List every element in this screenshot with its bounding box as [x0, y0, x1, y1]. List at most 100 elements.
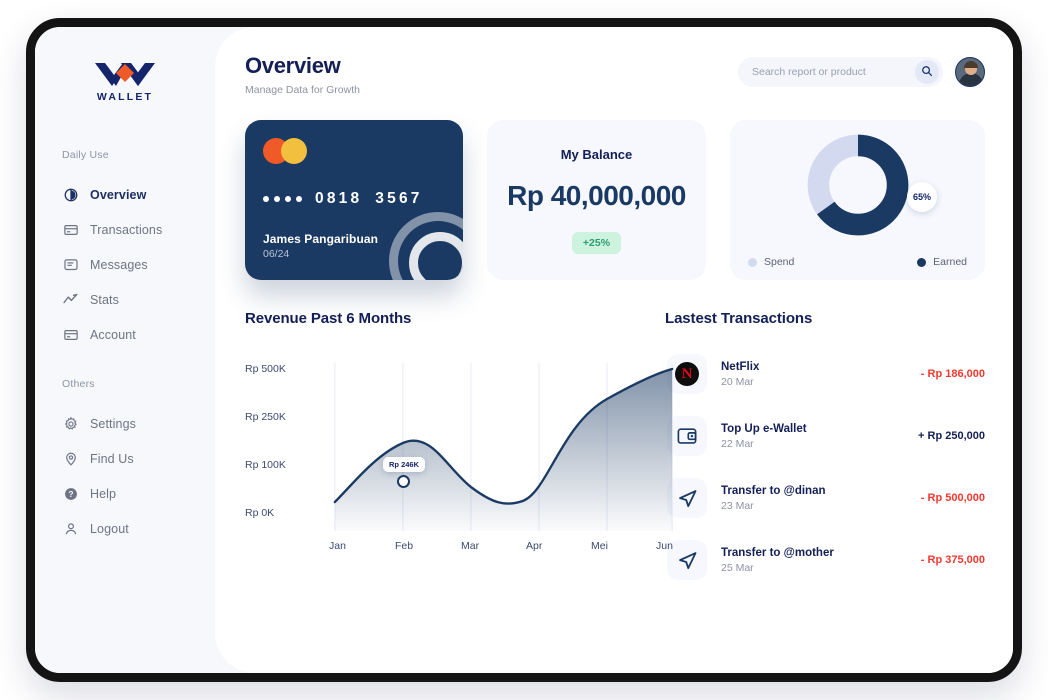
location-pin-icon — [62, 450, 79, 467]
transaction-row[interactable]: Top Up e-Wallet 22 Mar + Rp 250,000 — [665, 405, 985, 467]
brand-name: WALLET — [96, 91, 154, 103]
sidebar-item-label: Account — [90, 327, 136, 342]
sidebar-item-logout[interactable]: Logout — [35, 511, 215, 546]
search-button[interactable] — [915, 60, 939, 84]
card-digits-group-2: 3567 — [375, 190, 423, 207]
transaction-amount: - Rp 375,000 — [920, 554, 985, 566]
transaction-row[interactable]: N NetFlix 20 Mar - Rp 186,000 — [665, 343, 985, 405]
search-input[interactable] — [752, 66, 902, 78]
page-subtitle: Manage Data for Growth — [245, 84, 360, 96]
transaction-name: Transfer to @dinan — [721, 484, 826, 497]
trend-line-icon — [62, 291, 79, 308]
revenue-chart-svg — [333, 363, 674, 531]
transaction-row[interactable]: Transfer to @dinan 23 Mar - Rp 500,000 — [665, 467, 985, 529]
sidebar-item-label: Logout — [90, 521, 129, 536]
card-digits-group-1: 0818 — [315, 190, 363, 207]
tablet-frame: WALLET Daily Use Overview Transactions M… — [26, 18, 1022, 682]
revenue-chart: Rp 500K Rp 250K Rp 100K Rp 0K Rp 246K Ja… — [245, 347, 674, 552]
sidebar-item-transactions[interactable]: Transactions — [35, 212, 215, 247]
balance-title: My Balance — [560, 146, 633, 162]
transactions-title: Lastest Transactions — [665, 310, 813, 327]
mastercard-circle-right — [281, 138, 307, 164]
transaction-name: Transfer to @mother — [721, 546, 834, 559]
mastercard-icon — [263, 138, 309, 164]
sidebar-item-label: Transactions — [90, 222, 163, 237]
sidebar-item-find-us[interactable]: Find Us — [35, 441, 215, 476]
x-axis-label: Jan — [329, 540, 346, 552]
legend-item-earned: Earned — [917, 256, 967, 268]
message-icon — [62, 256, 79, 273]
donut-value-badge: 65% — [907, 182, 937, 212]
chart-tooltip: Rp 246K — [383, 457, 426, 472]
sidebar-item-label: Settings — [90, 416, 136, 431]
avatar-hair — [964, 61, 978, 68]
sidebar-item-stats[interactable]: Stats — [35, 282, 215, 317]
sidebar-item-label: Help — [90, 486, 117, 501]
bottom-row: Revenue Past 6 Months Rp 500K Rp 250K Rp… — [245, 310, 985, 591]
header-actions — [738, 53, 985, 87]
sidebar-item-account[interactable]: Account — [35, 317, 215, 352]
balance-delta-badge: +25% — [571, 231, 622, 254]
sidebar-item-label: Overview — [90, 187, 147, 202]
x-axis-label: Feb — [395, 540, 414, 552]
y-axis-label: Rp 0K — [245, 507, 275, 519]
sidebar-item-messages[interactable]: Messages — [35, 247, 215, 282]
sidebar-item-overview[interactable]: Overview — [35, 177, 215, 212]
balance-amount: Rp 40,000,000 — [507, 179, 686, 211]
nav-group-label: Others — [62, 378, 95, 390]
revenue-chart-section: Revenue Past 6 Months Rp 500K Rp 250K Rp… — [245, 310, 674, 591]
pie-chart-icon — [62, 186, 79, 203]
summary-cards-row: 0818 3567 James Pangaribuan 06/24 My Bal… — [245, 120, 985, 280]
card-icon — [62, 326, 79, 343]
transaction-date: 20 Mar — [721, 375, 754, 388]
wallet-w-logo-icon — [93, 59, 157, 89]
transaction-date: 23 Mar — [721, 499, 754, 512]
avatar[interactable] — [955, 57, 985, 87]
legend-item-spend: Spend — [748, 256, 794, 268]
donut-legend: Spend Earned — [748, 256, 967, 268]
legend-dot-spend — [748, 257, 757, 267]
send-icon — [667, 540, 707, 580]
transaction-date: 22 Mar — [721, 437, 754, 450]
y-axis-label: Rp 500K — [245, 363, 286, 375]
brand-logo[interactable]: WALLET — [35, 59, 215, 103]
transaction-meta: Top Up e-Wallet 22 Mar — [721, 423, 904, 450]
y-axis-label: Rp 100K — [245, 459, 286, 471]
revenue-chart-title: Revenue Past 6 Months — [245, 310, 412, 327]
app-root: WALLET Daily Use Overview Transactions M… — [35, 27, 1013, 673]
card-masked-digits — [263, 196, 302, 202]
card-icon — [62, 221, 79, 238]
transactions-list: N NetFlix 20 Mar - Rp 186,000 Top Up e-W… — [665, 343, 985, 591]
x-axis-label: Mei — [591, 540, 608, 552]
page-title: Overview — [245, 53, 341, 78]
search-box[interactable] — [738, 57, 943, 87]
credit-card[interactable]: 0818 3567 James Pangaribuan 06/24 — [245, 120, 463, 280]
y-axis-label: Rp 250K — [245, 411, 286, 423]
nav-group-label: Daily Use — [62, 149, 109, 161]
transactions-section: Lastest Transactions N NetFlix 20 Mar - … — [665, 310, 985, 591]
x-axis-label: Apr — [526, 540, 543, 552]
transaction-name: NetFlix — [721, 360, 760, 373]
sidebar: WALLET Daily Use Overview Transactions M… — [35, 27, 215, 673]
netflix-logo: N — [675, 362, 699, 386]
x-axis-label: Mar — [461, 540, 480, 552]
transaction-row[interactable]: Transfer to @mother 25 Mar - Rp 375,000 — [665, 529, 985, 591]
sidebar-item-label: Stats — [90, 292, 119, 307]
nav-group-others: Others Settings Find Us ? Help Logout — [35, 378, 215, 546]
page-title-block: Overview Manage Data for Growth — [245, 53, 360, 96]
balance-card: My Balance Rp 40,000,000 +25% — [487, 120, 706, 280]
main-content: Overview Manage Data for Growth Search r… — [215, 27, 1013, 673]
sidebar-item-help[interactable]: ? Help — [35, 476, 215, 511]
x-axis-label: Jun — [656, 540, 673, 552]
legend-label: Spend — [764, 256, 795, 268]
donut-chart-card: 65% Spend Earned — [730, 120, 985, 280]
sidebar-item-settings[interactable]: Settings — [35, 406, 215, 441]
transaction-meta: Transfer to @dinan 23 Mar — [721, 485, 907, 512]
transaction-name: Top Up e-Wallet — [721, 422, 807, 435]
nav-group-daily-use: Daily Use Overview Transactions Messages… — [35, 149, 215, 352]
transaction-amount: + Rp 250,000 — [918, 430, 985, 442]
legend-dot-earned — [917, 257, 927, 267]
donut-chart — [804, 131, 912, 239]
svg-text:?: ? — [68, 489, 73, 499]
